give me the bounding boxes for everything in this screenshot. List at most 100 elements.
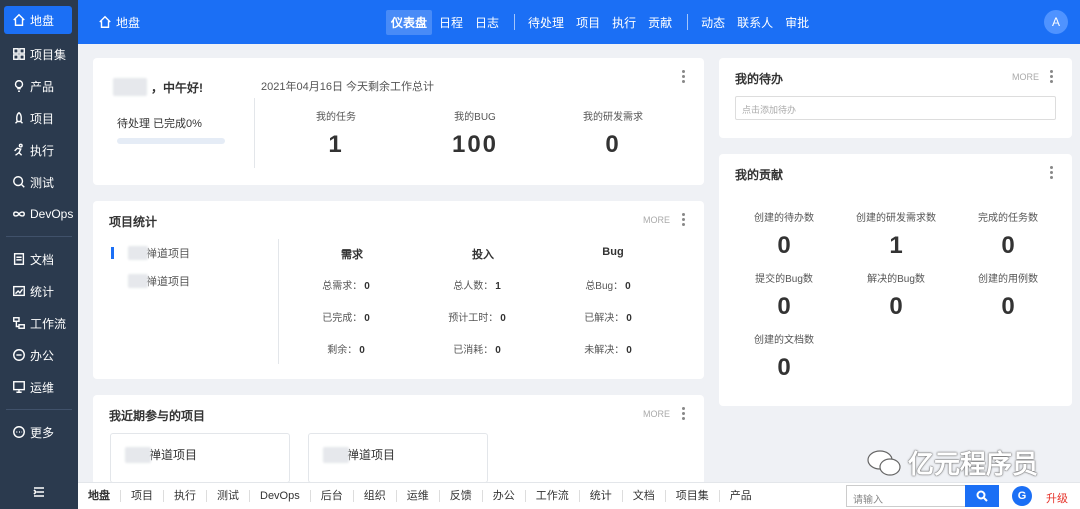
- sidebar-item-label: 工作流: [30, 316, 67, 331]
- search-icon: [976, 490, 988, 502]
- stat-row: 已解决： 0: [584, 313, 632, 324]
- contribution-value: 0: [1001, 232, 1015, 259]
- recent-project-card[interactable]: 禅道项目: [308, 433, 488, 483]
- more-link[interactable]: MORE: [643, 409, 670, 419]
- sidebar-item-ops[interactable]: 运维: [0, 371, 78, 403]
- bottom-item[interactable]: 反馈: [440, 490, 483, 502]
- contribution-value: 0: [777, 293, 791, 320]
- bottom-item-home[interactable]: 地盘: [78, 490, 121, 502]
- stat-value-tasks[interactable]: 1: [286, 131, 386, 159]
- stat-value-bugs[interactable]: 100: [425, 131, 525, 159]
- nav-dashboard[interactable]: 仪表盘: [386, 9, 433, 35]
- ops-icon: [12, 380, 26, 394]
- workflow-icon: [12, 316, 26, 330]
- sidebar-item-label: 测试: [30, 175, 55, 190]
- bottom-item[interactable]: 项目: [121, 490, 164, 502]
- grid-icon: [12, 47, 26, 61]
- contribution-label: 解决的Bug数: [867, 274, 925, 285]
- nav-project[interactable]: 项目: [571, 10, 605, 35]
- stat-row: 未解决： 0: [584, 345, 632, 356]
- rocket-icon: [12, 111, 26, 125]
- header-home-link[interactable]: 地盘: [98, 0, 140, 44]
- stat-label-bugs: 我的BUG: [454, 112, 496, 123]
- sidebar-item-project[interactable]: 项目: [0, 102, 78, 134]
- bottom-item[interactable]: 执行: [164, 490, 207, 502]
- more-link[interactable]: MORE: [1012, 72, 1039, 82]
- card-menu-icon[interactable]: [682, 407, 686, 420]
- column-head-input: 投入: [472, 249, 494, 261]
- project-item[interactable]: 禅道项目: [128, 273, 190, 289]
- nav-log[interactable]: 日志: [470, 10, 504, 35]
- nav-approval[interactable]: 审批: [780, 10, 814, 35]
- bottom-item[interactable]: 工作流: [526, 490, 580, 502]
- card-menu-icon[interactable]: [1050, 166, 1054, 179]
- card-menu-icon[interactable]: [682, 213, 686, 226]
- contribution-label: 提交的Bug数: [755, 274, 813, 285]
- avatar[interactable]: A: [1044, 10, 1068, 34]
- sidebar-item-label: 项目: [30, 111, 55, 126]
- nav-execution[interactable]: 执行: [607, 10, 641, 35]
- greeting: ，中午好!: [113, 78, 203, 96]
- date-summary: 2021年04月16日 今天剩余工作总计: [261, 81, 434, 93]
- bottom-item[interactable]: 文档: [623, 490, 666, 502]
- sidebar-item-program[interactable]: 项目集: [0, 38, 78, 70]
- sidebar-item-home[interactable]: 地盘: [4, 6, 72, 34]
- upgrade-link[interactable]: 升级: [1046, 490, 1068, 506]
- sidebar-item-label: 项目集: [30, 47, 67, 62]
- bottom-item[interactable]: 组织: [354, 490, 397, 502]
- bottom-item[interactable]: 办公: [483, 490, 526, 502]
- sidebar-item-product[interactable]: 产品: [0, 70, 78, 102]
- sidebar-item-stats[interactable]: 统计: [0, 275, 78, 307]
- contribution-label: 创建的待办数: [754, 213, 814, 224]
- project-name: 禅道项目: [146, 248, 190, 260]
- sidebar-item-label: 执行: [30, 143, 55, 158]
- search-button[interactable]: [965, 485, 999, 507]
- stat-row: 总人数： 1: [453, 281, 501, 292]
- add-todo-input[interactable]: 点击添加待办: [735, 96, 1056, 120]
- infinity-icon: [12, 207, 26, 221]
- nav-calendar[interactable]: 日程: [434, 10, 468, 35]
- nav-contacts[interactable]: 联系人: [732, 10, 778, 35]
- stat-row: 已消耗： 0: [453, 345, 501, 356]
- bottom-item[interactable]: 产品: [720, 490, 762, 502]
- bottom-item[interactable]: 后台: [311, 490, 354, 502]
- bottom-item[interactable]: 统计: [580, 490, 623, 502]
- project-stats-card: 项目统计 MORE 禅道项目 禅道项目 需求 总需求： 0 已完成： 0 剩余： 0 …: [93, 201, 704, 379]
- card-menu-icon[interactable]: [1050, 70, 1054, 83]
- sidebar-item-devops[interactable]: DevOps: [0, 198, 78, 230]
- bottom-item[interactable]: 运维: [397, 490, 440, 502]
- sidebar-item-execution[interactable]: 执行: [0, 134, 78, 166]
- stat-value-requirements[interactable]: 0: [563, 131, 663, 159]
- more-link[interactable]: MORE: [643, 215, 670, 225]
- bottom-item[interactable]: 项目集: [666, 490, 720, 502]
- stat-label-tasks: 我的任务: [316, 112, 356, 123]
- card-menu-icon[interactable]: [682, 70, 686, 83]
- recent-project-card[interactable]: 禅道项目: [110, 433, 290, 483]
- divider: [254, 98, 255, 168]
- nav-contribution[interactable]: 贡献: [643, 10, 677, 35]
- sidebar-item-workflow[interactable]: 工作流: [0, 307, 78, 339]
- collapse-sidebar-button[interactable]: [0, 486, 78, 501]
- blurred-prefix: [128, 246, 148, 260]
- watermark: 亿元程序员: [866, 444, 1038, 481]
- user-name-blurred: [113, 78, 147, 96]
- nav-todo[interactable]: 待处理: [523, 10, 569, 35]
- column-head-bug: Bug: [602, 246, 624, 258]
- sidebar-item-doc[interactable]: 文档: [0, 243, 78, 275]
- project-item-active[interactable]: 禅道项目: [111, 245, 190, 261]
- sidebar-item-label: 统计: [30, 284, 55, 299]
- stat-row: 预计工时： 0: [448, 313, 506, 324]
- bottom-item[interactable]: DevOps: [250, 490, 311, 502]
- sidebar-item-oa[interactable]: 办公: [0, 339, 78, 371]
- search-input[interactable]: 请输入: [846, 485, 966, 507]
- contribution-value: 0: [777, 354, 791, 381]
- home-icon: [99, 15, 111, 28]
- zentao-logo-icon[interactable]: G: [1012, 486, 1032, 506]
- sidebar-item-label: 办公: [30, 348, 55, 363]
- todo-card: 我的待办 MORE 点击添加待办: [719, 58, 1072, 138]
- nav-dynamic[interactable]: 动态: [696, 10, 730, 35]
- document-icon: [12, 252, 26, 266]
- bottom-item[interactable]: 测试: [207, 490, 250, 502]
- sidebar-item-more[interactable]: 更多: [0, 416, 78, 448]
- sidebar-item-test[interactable]: 测试: [0, 166, 78, 198]
